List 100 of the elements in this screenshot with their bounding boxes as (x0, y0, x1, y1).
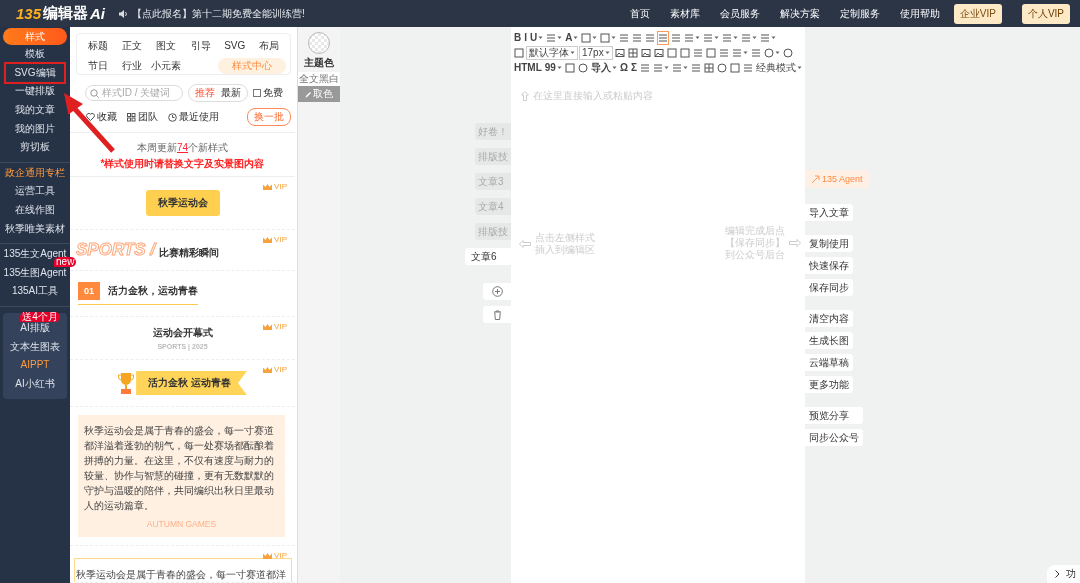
sidebar-item[interactable]: 135AI工具 (11, 284, 59, 299)
category-tab[interactable]: 标题 (81, 38, 116, 54)
toolbar-button[interactable] (599, 30, 618, 45)
quick-link[interactable]: 收藏 (97, 110, 117, 124)
circle-icon (577, 62, 588, 73)
color-swatch[interactable] (308, 32, 330, 54)
crown-icon (263, 366, 273, 373)
sidebar-item[interactable]: AI排版 (20, 321, 50, 335)
crown-icon (263, 552, 273, 559)
sidebar-item[interactable]: 剪切板 (20, 140, 50, 155)
sidebar-item[interactable]: 135生图Agent (3, 265, 67, 280)
action-button[interactable]: 清空内容 (805, 310, 853, 327)
toolbar-button[interactable]: 99 (543, 60, 563, 75)
announcement-link[interactable]: 【点此报名】第十二期免费全能训练营! (132, 6, 305, 21)
usage-warning: *样式使用时请替换文字及实景图内容 (99, 157, 266, 171)
sidebar-item[interactable]: 政企通用专栏 (5, 165, 65, 180)
sidebar-item[interactable]: 秋季唯美素材 (5, 221, 65, 236)
toolbar-button[interactable]: Ω (618, 60, 629, 75)
square-icon (666, 47, 677, 58)
sidebar-item[interactable]: AI小红书 (15, 376, 55, 391)
sidebar-item[interactable]: 文本生图表 (10, 339, 60, 354)
vip-button[interactable]: 个人VIP (1021, 3, 1070, 24)
heart-icon (86, 113, 95, 121)
add-article-button[interactable] (483, 283, 511, 300)
toolbar-button[interactable] (626, 45, 639, 60)
action-button[interactable]: 预览分享 (805, 407, 863, 424)
category-tab[interactable]: SVG (217, 38, 252, 54)
action-button[interactable]: 复制使用 (805, 235, 853, 252)
toolbar-button[interactable] (580, 30, 599, 45)
toolbar-button[interactable] (762, 45, 781, 60)
help-tab[interactable]: 功 (1047, 565, 1080, 583)
lines-icon (750, 47, 761, 58)
category-tab[interactable]: 小元素 (149, 58, 184, 74)
sidebar-item[interactable]: 运营工具 (15, 184, 55, 199)
caret-icon (592, 35, 598, 40)
nav-link[interactable]: 解决方案 (779, 6, 820, 21)
category-tab[interactable]: 布局 (251, 38, 286, 54)
action-button[interactable]: 更多功能 (805, 376, 853, 393)
toolbar-button[interactable]: B (513, 30, 523, 45)
circle-icon (716, 62, 727, 73)
nav-link[interactable]: 定制服务 (839, 6, 880, 21)
toolbar-button[interactable] (715, 60, 728, 75)
heading-text: 活力金秋，运动青春 (108, 284, 198, 298)
vip-button[interactable]: 企业VIP (953, 3, 1002, 24)
category-tab[interactable]: 正文 (115, 38, 150, 54)
trophy-icon (118, 372, 135, 394)
sidebar-item[interactable]: 一键排版 (15, 84, 55, 99)
toolbar-button[interactable] (702, 60, 715, 75)
toolbar-button[interactable]: A (564, 30, 580, 45)
action-button[interactable]: 快速保存 (805, 257, 853, 274)
caret-icon (714, 35, 720, 40)
toolbar-button[interactable]: HTML (513, 60, 543, 75)
category-tab[interactable]: 图文 (149, 38, 184, 54)
toolbar-select[interactable]: 17px (579, 45, 613, 60)
quick-link[interactable]: 最近使用 (179, 110, 219, 124)
toolbar-button[interactable]: U (529, 30, 545, 45)
nav-link[interactable]: 首页 (629, 6, 650, 21)
action-button[interactable]: 生成长图 (805, 332, 853, 349)
mode-dropdown[interactable]: 经典模式 (755, 60, 803, 75)
vip-label: VIP (274, 365, 287, 374)
category-tab[interactable]: 节日 (81, 58, 116, 74)
action-button[interactable]: 云端草稿 (805, 354, 853, 371)
lines-icon (718, 47, 729, 58)
toolbar-button[interactable] (781, 45, 794, 60)
category-tab[interactable]: 引导 (183, 38, 218, 54)
article-tab[interactable]: 文章6 (465, 248, 511, 265)
toolbar-button[interactable]: Σ (629, 60, 638, 75)
toolbar-button[interactable]: I (523, 30, 528, 45)
sidebar-item[interactable]: 我的文章 (15, 103, 55, 118)
checkbox[interactable] (253, 89, 261, 97)
lines-icon (742, 62, 753, 73)
delete-button[interactable] (483, 306, 511, 323)
sidebar-item[interactable]: 我的图片 (15, 121, 55, 136)
square-icon (705, 47, 716, 58)
display-mode-toggle[interactable]: 全文黑白 (298, 72, 340, 86)
caret-icon (774, 50, 780, 55)
caret-icon (733, 35, 739, 40)
action-button[interactable]: 保存同步 (805, 279, 853, 296)
lines-icon (692, 47, 703, 58)
sort-tab[interactable]: 最新 (218, 86, 244, 100)
agent-icon (811, 174, 820, 184)
checkbox-label[interactable]: 免费 (263, 86, 283, 100)
toolbar-button[interactable]: 导入 (589, 60, 618, 75)
quick-link[interactable]: 团队 (138, 110, 158, 124)
update-notice: 本周更新74个新样式 (135, 141, 230, 155)
nav-link[interactable]: 使用帮助 (899, 6, 940, 21)
clock-icon (168, 112, 177, 122)
action-button[interactable]: 导入文章 (805, 204, 853, 221)
toolbar-button[interactable] (576, 60, 589, 75)
caret-icon (570, 50, 575, 55)
sidebar-item[interactable]: AIPPT (20, 358, 50, 373)
toolbar-select[interactable]: 默认字体 (526, 45, 578, 60)
sidebar-item[interactable]: 模板 (25, 47, 45, 62)
left-arrow-icon (519, 240, 531, 248)
action-button[interactable]: 同步公众号 (805, 429, 863, 446)
caret-icon (557, 35, 563, 40)
sidebar-item[interactable]: 在线作图 (15, 203, 55, 218)
nav-link[interactable]: 会员服务 (719, 6, 760, 21)
category-tab[interactable]: 行业 (115, 58, 150, 74)
nav-link[interactable]: 素材库 (669, 6, 700, 21)
